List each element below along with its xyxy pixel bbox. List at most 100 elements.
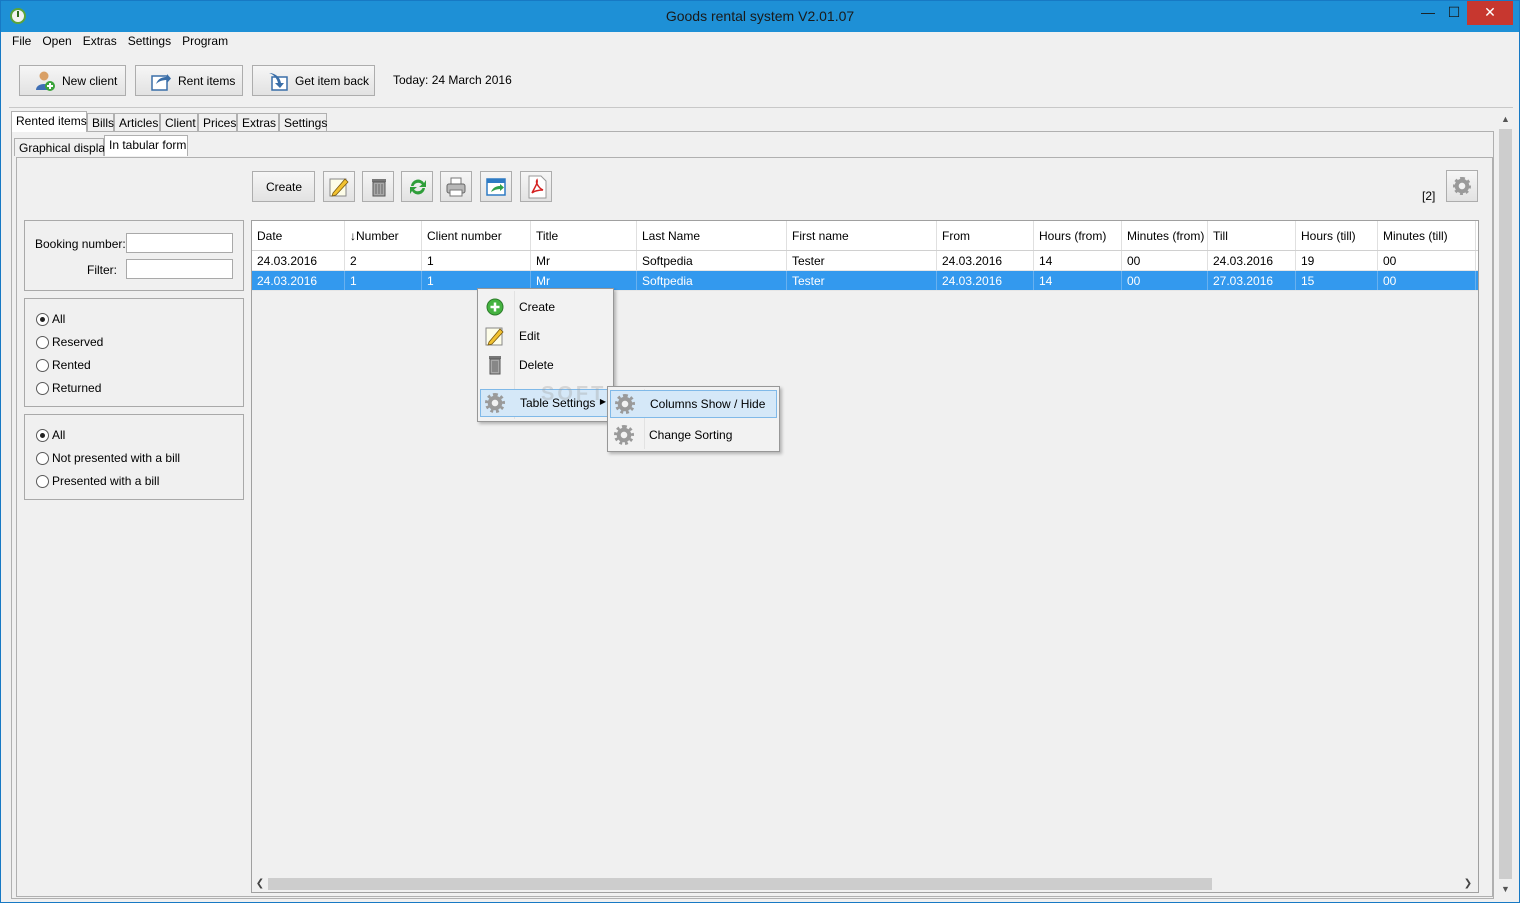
cell-minutes-from: 00 xyxy=(1122,271,1208,290)
column-header-minutes-from[interactable]: Minutes (from) xyxy=(1122,221,1208,250)
maximize-button[interactable]: ☐ xyxy=(1441,1,1467,25)
rent-items-button[interactable]: Rent items xyxy=(135,65,243,96)
create-button[interactable]: Create xyxy=(252,171,315,202)
booking-number-label: Booking number: xyxy=(35,237,126,251)
cell-number: 1 xyxy=(345,271,422,290)
menu-file[interactable]: File xyxy=(9,32,34,48)
cell-first-name: Tester xyxy=(787,251,937,270)
filter-label: Filter: xyxy=(87,263,117,277)
cell-till: 24.03.2016 xyxy=(1208,251,1296,270)
cell-last-name: Softpedia xyxy=(637,271,787,290)
cell-title: Mr xyxy=(531,251,637,270)
tab-client[interactable]: Client xyxy=(160,113,198,131)
horizontal-scrollbar[interactable]: ❮ ❯ xyxy=(252,875,1478,892)
pdf-icon xyxy=(526,175,548,202)
bill-radio-presented[interactable]: Presented with a bill xyxy=(36,474,159,488)
settings-button[interactable] xyxy=(1446,170,1478,202)
get-item-back-button[interactable]: Get item back xyxy=(252,65,375,96)
tab-articles[interactable]: Articles xyxy=(114,113,160,131)
menu-item-delete[interactable]: Delete xyxy=(480,351,612,379)
column-header-hours-from[interactable]: Hours (from) xyxy=(1034,221,1122,250)
bill-radio-not-presented[interactable]: Not presented with a bill xyxy=(36,451,180,465)
cell-from: 24.03.2016 xyxy=(937,251,1034,270)
column-header-number[interactable]: ↓ Number xyxy=(345,221,422,250)
column-header-client-number[interactable]: Client number xyxy=(422,221,531,250)
tab-graphical-display[interactable]: Graphical display xyxy=(14,138,111,156)
scroll-right-arrow-icon[interactable]: ❯ xyxy=(1460,875,1476,892)
status-all-label: All xyxy=(52,312,66,326)
new-client-button[interactable]: New client xyxy=(19,65,126,96)
filter-input[interactable] xyxy=(126,259,233,279)
menu-settings[interactable]: Settings xyxy=(125,32,174,48)
menu-item-create[interactable]: Create xyxy=(480,293,612,321)
column-header-first-name[interactable]: First name xyxy=(787,221,937,250)
refresh-button[interactable] xyxy=(401,171,433,202)
refresh-icon xyxy=(407,176,429,201)
scroll-left-arrow-icon[interactable]: ❮ xyxy=(252,875,268,892)
tab-rented-items[interactable]: Rented items xyxy=(11,111,87,132)
status-returned-label: Returned xyxy=(52,381,102,395)
menu-item-change-sorting[interactable]: Change Sorting xyxy=(610,421,777,449)
status-radio-returned[interactable]: Returned xyxy=(36,381,101,395)
column-header-from[interactable]: From xyxy=(937,221,1034,250)
column-header-last-name[interactable]: Last Name xyxy=(637,221,787,250)
menu-item-edit[interactable]: Edit xyxy=(480,322,612,350)
print-button[interactable] xyxy=(440,171,472,202)
vertical-scroll-thumb[interactable] xyxy=(1499,129,1512,879)
bill-radio-all[interactable]: All xyxy=(36,428,65,442)
status-radio-rented[interactable]: Rented xyxy=(36,358,91,372)
column-header-hours-till[interactable]: Hours (till) xyxy=(1296,221,1378,250)
main-toolbar: New client Rent items Get item back Toda… xyxy=(9,52,1513,108)
tab-settings[interactable]: Settings xyxy=(279,113,327,131)
share-arrow-icon xyxy=(150,70,172,92)
status-radio-reserved[interactable]: Reserved xyxy=(36,335,103,349)
bill-not-presented-label: Not presented with a bill xyxy=(52,451,181,465)
scroll-down-arrow-icon[interactable]: ▼ xyxy=(1497,881,1514,897)
tab-bills[interactable]: Bills xyxy=(87,113,114,131)
pdf-button[interactable] xyxy=(520,171,552,202)
vertical-scrollbar[interactable]: ▲ ▼ xyxy=(1497,111,1514,897)
status-radio-all[interactable]: All xyxy=(36,312,65,326)
edit-button[interactable] xyxy=(323,171,355,202)
edit-icon xyxy=(480,322,508,350)
menu-program[interactable]: Program xyxy=(179,32,231,48)
close-button[interactable]: ✕ xyxy=(1467,1,1513,25)
export-icon xyxy=(485,176,507,201)
rent-items-label: Rent items xyxy=(178,73,236,88)
menu-item-columns-show-hide[interactable]: Columns Show / Hide xyxy=(610,390,777,418)
tab-prices[interactable]: Prices xyxy=(198,113,237,131)
cell-minutes-till: 00 xyxy=(1378,251,1476,270)
title-bar: Goods rental system V2.01.07 — ☐ ✕ xyxy=(1,1,1519,32)
booking-number-input[interactable] xyxy=(126,233,233,253)
delete-button[interactable] xyxy=(362,171,394,202)
tab-in-tabular-form[interactable]: In tabular form xyxy=(104,135,188,156)
table-row-selected[interactable]: 24.03.2016 1 1 Mr Softpedia Tester 24.03… xyxy=(252,271,1478,291)
cell-date: 24.03.2016 xyxy=(252,251,345,270)
scroll-up-arrow-icon[interactable]: ▲ xyxy=(1497,111,1514,127)
trash-icon xyxy=(480,351,508,379)
printer-icon xyxy=(445,176,467,201)
column-header-title[interactable]: Title xyxy=(531,221,637,250)
gear-icon xyxy=(481,389,509,417)
column-header-minutes-till[interactable]: Minutes (till) xyxy=(1378,221,1476,250)
column-header-date[interactable]: Date xyxy=(252,221,345,250)
gear-icon xyxy=(1453,177,1471,195)
menu-open[interactable]: Open xyxy=(39,32,74,48)
gear-icon xyxy=(611,390,639,418)
export-button[interactable] xyxy=(480,171,512,202)
window-title: Goods rental system V2.01.07 xyxy=(665,8,855,24)
return-arrow-icon xyxy=(267,70,289,92)
app-window: Goods rental system V2.01.07 — ☐ ✕ File O… xyxy=(0,0,1520,903)
table-row[interactable]: 24.03.2016 2 1 Mr Softpedia Tester 24.03… xyxy=(252,251,1478,271)
tab-extras[interactable]: Extras xyxy=(237,113,279,131)
cell-hours-till: 19 xyxy=(1296,251,1378,270)
horizontal-scroll-thumb[interactable] xyxy=(268,878,1212,890)
column-header-till[interactable]: Till xyxy=(1208,221,1296,250)
menu-extras[interactable]: Extras xyxy=(80,32,120,48)
record-count: [2] xyxy=(1422,189,1436,203)
add-user-icon xyxy=(34,70,56,92)
bill-filter-box: All Not presented with a bill Presented … xyxy=(24,414,244,500)
bill-presented-label: Presented with a bill xyxy=(52,474,160,488)
minimize-button[interactable]: — xyxy=(1415,1,1441,25)
get-item-back-label: Get item back xyxy=(295,73,370,88)
